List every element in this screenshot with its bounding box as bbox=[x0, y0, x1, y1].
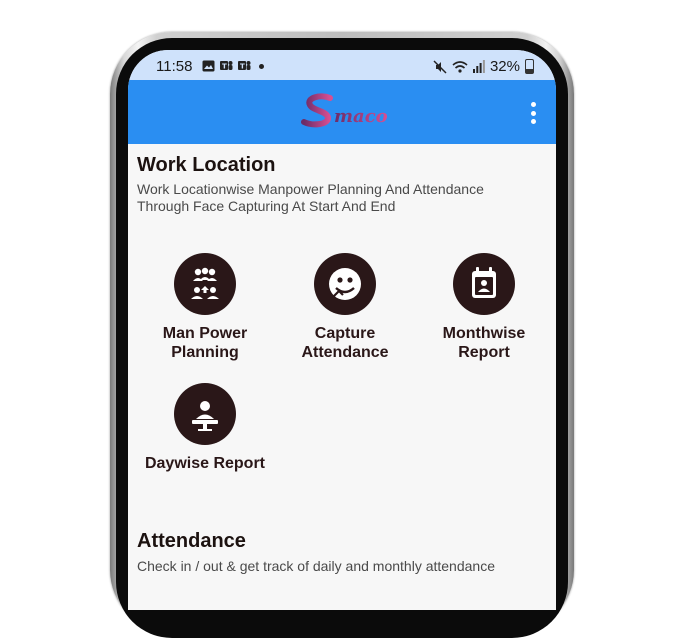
person-desk-icon bbox=[174, 383, 236, 445]
wifi-icon bbox=[452, 60, 468, 73]
tile-label-line: Report bbox=[458, 344, 510, 361]
tile-label-line: Man Power bbox=[162, 325, 248, 342]
gallery-icon bbox=[202, 60, 215, 72]
status-time: 11:58 bbox=[156, 58, 193, 75]
tile-label-line: Daywise Report bbox=[144, 455, 266, 472]
face-capture-icon bbox=[314, 253, 376, 315]
svg-text:T: T bbox=[240, 63, 245, 71]
kebab-dot-icon bbox=[530, 102, 536, 107]
tile-monthwise-report[interactable]: Monthwise Report bbox=[419, 253, 549, 362]
svg-text:maco: maco bbox=[334, 106, 388, 127]
people-group-icon bbox=[174, 253, 236, 315]
battery-percent: 32% bbox=[489, 58, 520, 75]
kebab-dot-icon bbox=[530, 110, 536, 116]
tile-label: Monthwise Report bbox=[419, 324, 549, 362]
kebab-dot-icon bbox=[530, 119, 536, 124]
section-title-attendance: Attendance bbox=[137, 530, 246, 552]
tile-label: Man Power Planning bbox=[140, 324, 270, 362]
section-title-work-location: Work Location bbox=[137, 154, 276, 176]
main-content: Work Location Work Locationwise Manpower… bbox=[128, 144, 556, 610]
section-subtitle-work-location: Work Locationwise Manpower Planning And … bbox=[137, 181, 537, 215]
mute-icon bbox=[433, 59, 447, 74]
notification-icons: T T bbox=[202, 60, 264, 72]
status-bar: 11:58 T T 32% bbox=[128, 50, 556, 80]
teams-icon: T bbox=[220, 61, 233, 71]
teams-icon: T bbox=[238, 61, 251, 71]
subtitle-line: Through Face Capturing At Start And End bbox=[137, 198, 396, 214]
tile-label-line: Capture bbox=[314, 325, 376, 342]
signal-icon bbox=[472, 60, 485, 73]
tile-label-line: Attendance bbox=[301, 344, 389, 361]
overflow-menu-button[interactable] bbox=[530, 102, 536, 124]
app-bar: maco bbox=[128, 80, 556, 144]
more-notifications-dot-icon bbox=[259, 63, 264, 69]
subtitle-line: Work Locationwise Manpower Planning And … bbox=[137, 181, 484, 197]
section-subtitle-attendance: Check in / out & get track of daily and … bbox=[137, 558, 495, 574]
tile-label-line: Monthwise bbox=[442, 325, 526, 342]
tile-label-line: Planning bbox=[171, 344, 239, 361]
tile-daywise-report[interactable]: Daywise Report bbox=[140, 383, 270, 473]
calendar-person-icon bbox=[453, 253, 515, 315]
tile-label: Capture Attendance bbox=[280, 324, 410, 362]
svg-text:T: T bbox=[222, 63, 227, 71]
status-right: 32% bbox=[433, 58, 534, 75]
battery-icon bbox=[525, 59, 534, 74]
app-logo: maco bbox=[301, 93, 388, 128]
tile-label: Daywise Report bbox=[140, 454, 270, 473]
tile-capture-attendance[interactable]: Capture Attendance bbox=[280, 253, 410, 362]
tile-man-power-planning[interactable]: Man Power Planning bbox=[140, 253, 270, 362]
phone-screen: 11:58 T T 32% maco Work Location Work Lo… bbox=[128, 50, 556, 610]
